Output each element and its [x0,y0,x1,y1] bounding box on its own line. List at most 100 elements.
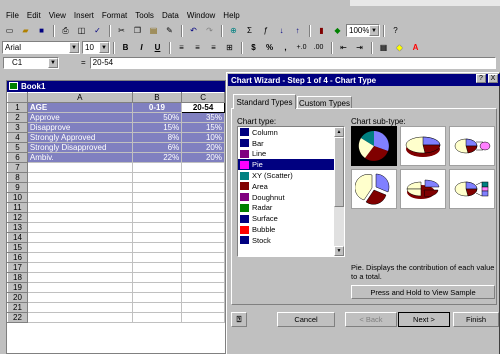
zoom-select[interactable]: 100% ▼ [346,24,380,37]
cell-b[interactable] [131,182,183,193]
chart-type-bubble[interactable]: Bubble [238,224,344,235]
chart-type-area[interactable]: Area [238,181,344,192]
cell-a[interactable] [26,282,133,293]
formula-equals[interactable]: = [81,58,86,67]
menu-view[interactable]: View [49,11,66,20]
paste-icon[interactable]: ▤ [146,24,161,38]
chart-type-bar[interactable]: Bar [238,138,344,149]
cell-a[interactable]: Strongly Approved [26,132,133,143]
cell-b[interactable] [131,302,183,313]
cell-a[interactable] [26,302,133,313]
cell-b[interactable]: 8% [131,132,183,143]
cell-b[interactable] [131,242,183,253]
increase-decimal-icon[interactable]: +.0 [294,41,309,55]
cell-c[interactable] [181,192,225,203]
undo-icon[interactable]: ↶ [186,24,201,38]
view-sample-button[interactable]: Press and Hold to View Sample [351,285,495,299]
cell-c[interactable]: 20-54 [181,102,225,113]
cell-c[interactable] [181,272,225,283]
hyperlink-icon[interactable]: ⊕ [226,24,241,38]
cell-a[interactable] [26,192,133,203]
print-icon[interactable]: ⎙ [58,24,73,38]
cell-c[interactable] [181,222,225,233]
row-header[interactable]: 21 [7,302,28,313]
cell-b[interactable] [131,292,183,303]
cell-a[interactable]: Ambiv. [26,152,133,163]
new-file-icon[interactable]: ▭ [2,24,17,38]
back-button[interactable]: < Back [345,312,397,327]
redo-icon[interactable]: ↷ [202,24,217,38]
spelling-icon[interactable]: ✓ [90,24,105,38]
help-icon[interactable]: ? [476,74,486,83]
menu-tools[interactable]: Tools [135,11,154,20]
align-left-icon[interactable]: ≡ [174,41,189,55]
cell-a[interactable] [26,172,133,183]
cut-icon[interactable]: ✂ [114,24,129,38]
cell-c[interactable] [181,292,225,303]
cell-c[interactable] [181,202,225,213]
cell-b[interactable] [131,312,183,323]
cell-a[interactable] [26,222,133,233]
cell-c[interactable] [181,262,225,273]
cell-a[interactable] [26,262,133,273]
row-header[interactable]: 1 [7,102,28,113]
cell-b[interactable]: 6% [131,142,183,153]
menu-help[interactable]: Help [223,11,239,20]
subtype-pie[interactable] [351,126,397,166]
chart-type-column[interactable]: Column [238,127,344,138]
row-header[interactable]: 22 [7,312,28,323]
chart-type-scrollbar[interactable]: ▲ ▼ [334,127,344,256]
subtype-3d-pie[interactable] [400,126,446,166]
row-header[interactable]: 11 [7,202,28,213]
cell-c[interactable] [181,252,225,263]
finish-button[interactable]: Finish [453,312,499,327]
fill-color-icon[interactable]: ◆ [392,41,407,55]
row-header[interactable]: 13 [7,222,28,233]
select-all-corner[interactable] [7,92,28,103]
cell-b[interactable] [131,282,183,293]
align-right-icon[interactable]: ≡ [206,41,221,55]
subtype-exploded-3d-pie[interactable] [400,169,446,209]
row-header[interactable]: 12 [7,212,28,223]
format-painter-icon[interactable]: ✎ [162,24,177,38]
cell-b[interactable] [131,202,183,213]
cell-c[interactable]: 20% [181,152,225,163]
bold-button[interactable]: B [118,41,133,55]
column-header-b[interactable]: B [131,92,183,103]
chart-type-xy-scatter[interactable]: XY (Scatter) [238,170,344,181]
font-name-select[interactable]: Arial ▼ [2,41,80,54]
cell-a[interactable]: Disapprove [26,122,133,133]
cell-c[interactable]: 20% [181,142,225,153]
cell-b[interactable]: 22% [131,152,183,163]
percent-button[interactable]: % [262,41,277,55]
cell-a[interactable] [26,292,133,303]
close-icon[interactable]: X [488,74,498,83]
name-box[interactable]: C1 ▼ [3,56,59,69]
cell-b[interactable] [131,172,183,183]
cell-c[interactable] [181,242,225,253]
sort-ascending-icon[interactable]: ↓ [274,24,289,38]
menu-file[interactable]: File [6,11,19,20]
currency-button[interactable]: $ [246,41,261,55]
italic-button[interactable]: I [134,41,149,55]
cell-a[interactable] [26,182,133,193]
copy-icon[interactable]: ❐ [130,24,145,38]
row-header[interactable]: 16 [7,252,28,263]
cell-a[interactable] [26,212,133,223]
cell-a[interactable] [26,252,133,263]
column-header-a[interactable]: A [26,92,133,103]
cell-a[interactable] [26,162,133,173]
row-header[interactable]: 7 [7,162,28,173]
row-header[interactable]: 18 [7,272,28,283]
row-header[interactable]: 17 [7,262,28,273]
menu-insert[interactable]: Insert [74,11,94,20]
font-size-select[interactable]: 10 ▼ [82,41,110,54]
row-header[interactable]: 8 [7,172,28,183]
cell-b[interactable] [131,262,183,273]
wizard-help-button[interactable]: ⍰ [231,312,247,327]
cell-b[interactable] [131,162,183,173]
row-header[interactable]: 3 [7,122,28,133]
menu-edit[interactable]: Edit [27,11,41,20]
tab-standard-types[interactable]: Standard Types [233,94,296,109]
subtype-exploded-pie[interactable] [351,169,397,209]
